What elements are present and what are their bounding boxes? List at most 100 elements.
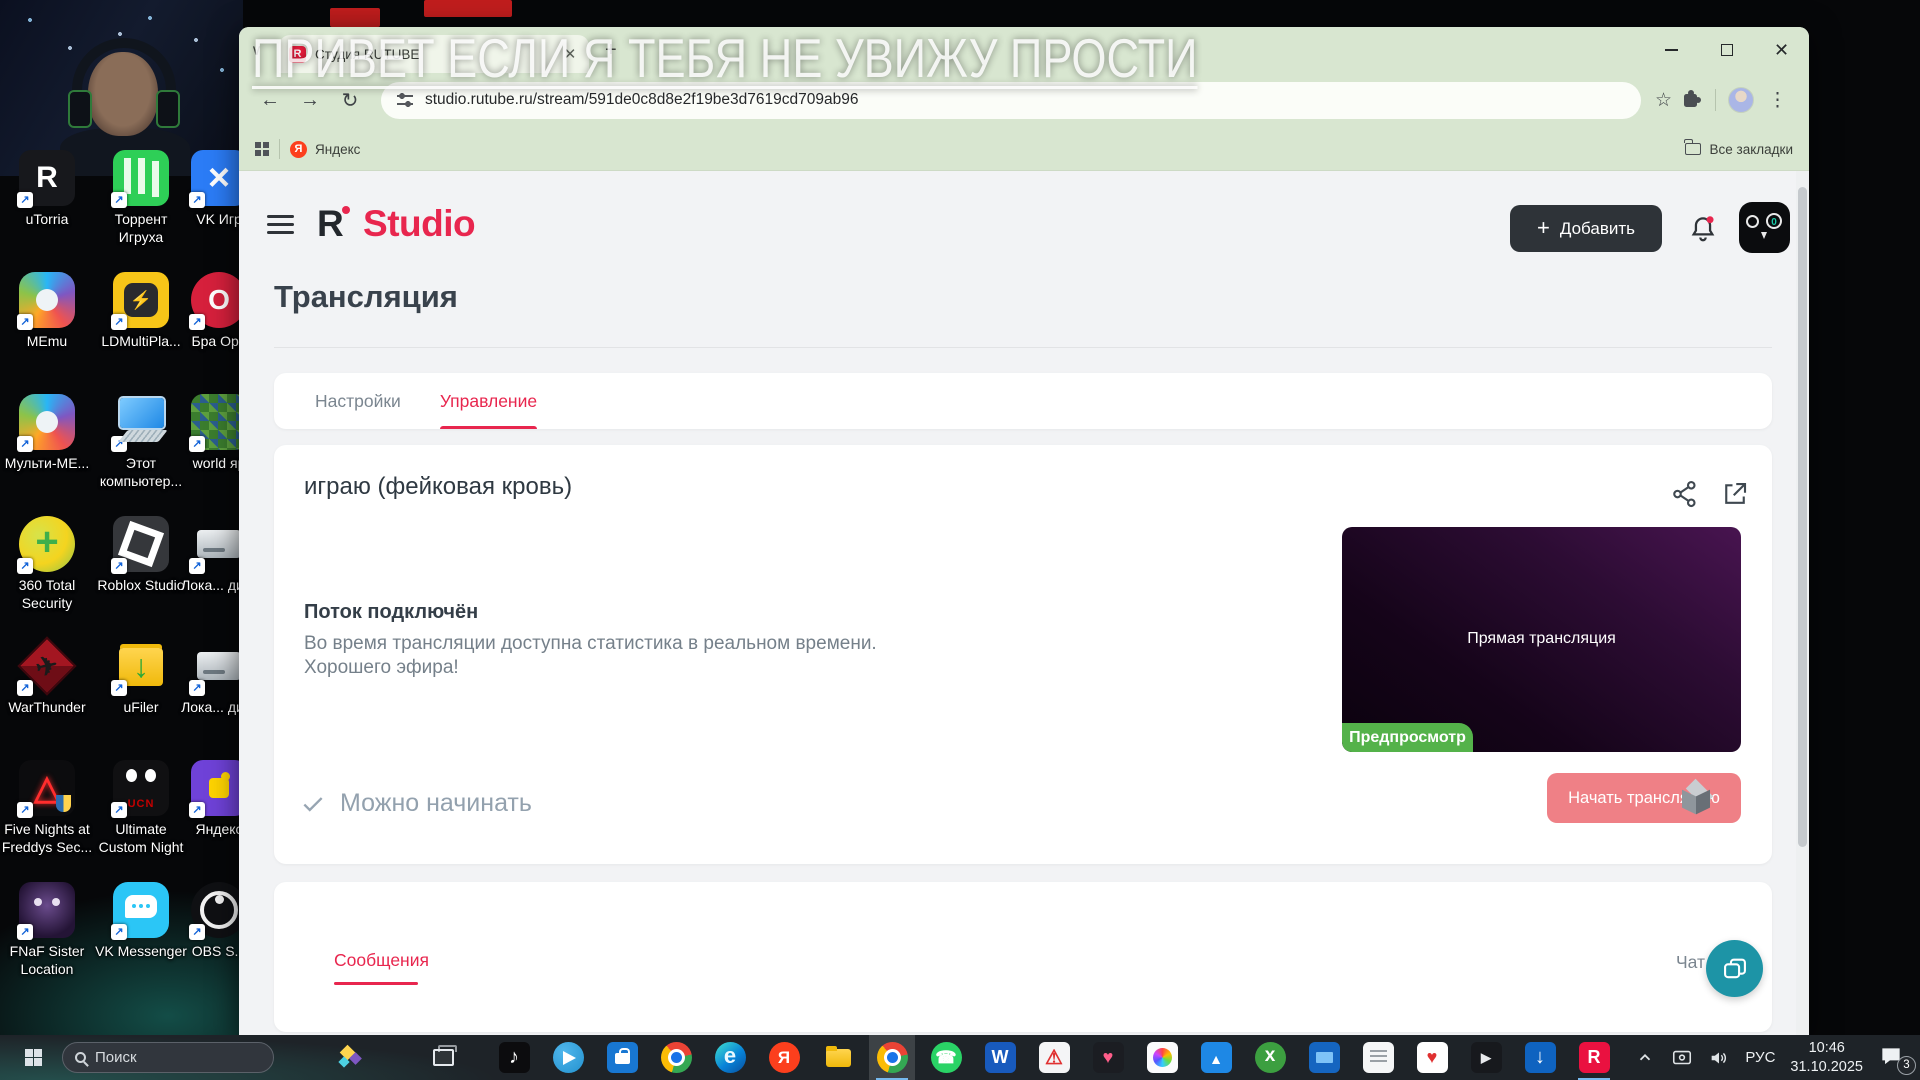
user-avatar[interactable]: 0	[1739, 202, 1790, 253]
avatar-eye: 0	[1766, 213, 1782, 229]
bookmarks-bar: Я Яндекс Все закладки	[239, 127, 1809, 171]
maximize-button[interactable]	[1699, 27, 1754, 73]
hamburger-menu-icon[interactable]	[267, 215, 294, 218]
url-text: studio.rutube.ru/stream/591de0c8d8e2f19b…	[425, 91, 859, 109]
bookmark-yandex[interactable]: Я Яндекс	[290, 141, 360, 158]
tab-settings[interactable]: Настройки	[315, 373, 401, 429]
taskbar-app-yandex[interactable]	[761, 1035, 807, 1080]
memu-icon: ↗	[19, 272, 75, 328]
sister-icon: ↗	[19, 882, 75, 938]
widgets-sparkle-icon[interactable]	[338, 1045, 368, 1071]
start-stream-button[interactable]: Начать трансляцию	[1547, 773, 1741, 823]
messages-card: Сообщения Чат	[274, 882, 1772, 1032]
word-icon	[985, 1042, 1016, 1073]
task-view-icon[interactable]	[430, 1044, 456, 1070]
desktop-icon-total360[interactable]: ↗360 Total Security	[1, 516, 93, 612]
all-bookmarks-label: Все закладки	[1710, 142, 1793, 157]
all-bookmarks-button[interactable]: Все закладки	[1685, 142, 1793, 157]
desktop-icon-memu[interactable]: ↗ MEmu	[1, 272, 93, 351]
torrent-icon: ↗	[113, 150, 169, 206]
taskbar-app-edge[interactable]	[707, 1035, 753, 1080]
alert-icon	[1039, 1042, 1070, 1073]
scrollbar-thumb[interactable]	[1798, 187, 1807, 847]
shortcut-arrow-icon: ↗	[111, 680, 127, 696]
menu-dots-icon[interactable]: ⋮	[1760, 89, 1795, 112]
stream-status-line: Хорошего эфира!	[304, 657, 459, 679]
taskbar-app-display[interactable]	[1301, 1035, 1347, 1080]
tab-control[interactable]: Управление	[440, 373, 537, 429]
taskbar-app-paint[interactable]	[1139, 1035, 1185, 1080]
avatar-nose	[1761, 232, 1767, 239]
apps-grid-icon[interactable]	[255, 142, 269, 156]
rutube-icon	[1579, 1042, 1610, 1073]
taskbar-search[interactable]: Поиск	[62, 1042, 274, 1073]
logo-studio: Studio	[363, 203, 475, 244]
cast-display-icon[interactable]	[1671, 1047, 1693, 1069]
external-link-icon[interactable]	[1720, 479, 1750, 509]
volume-icon[interactable]	[1708, 1047, 1730, 1069]
page-scrollbar[interactable]	[1796, 171, 1809, 1035]
chat-label: Чат	[1676, 952, 1705, 973]
utorria-icon: ↗	[19, 150, 75, 206]
language-indicator[interactable]: РУС	[1745, 1049, 1775, 1066]
desktop-icon-sister[interactable]: ↗FNaF Sister Location	[1, 882, 93, 978]
profile-avatar[interactable]	[1728, 87, 1754, 113]
notifications-icon[interactable]: 3	[1878, 1043, 1912, 1073]
shortcut-arrow-icon: ↗	[17, 924, 33, 940]
chrome-icon	[877, 1042, 908, 1073]
taskbar-app-store[interactable]	[599, 1035, 645, 1080]
site-info-icon[interactable]	[397, 92, 413, 108]
popup-windows-icon	[1721, 955, 1749, 983]
desktop-icon-label: Five Nights at Freddys Sec...	[1, 821, 93, 856]
taskbar-clock[interactable]: 10:46 31.10.2025	[1790, 1039, 1863, 1077]
taskbar-app-game[interactable]	[1247, 1035, 1293, 1080]
taskbar-app-downloads[interactable]	[1517, 1035, 1563, 1080]
tab-messages[interactable]: Сообщения	[334, 950, 429, 971]
shortcut-arrow-icon: ↗	[111, 924, 127, 940]
taskbar-app-tiktok[interactable]	[491, 1035, 537, 1080]
desktop-icon-label: WarThunder	[1, 699, 93, 717]
bookmark-star-icon[interactable]: ☆	[1655, 89, 1672, 112]
taskbar-app-photos[interactable]	[1193, 1035, 1239, 1080]
taskbar-app-player[interactable]	[1463, 1035, 1509, 1080]
stream-title: играю (фейковая кровь)	[304, 473, 572, 501]
system-tray: РУС 10:46 31.10.2025 3	[1634, 1035, 1912, 1080]
ucn-icon: ↗	[113, 760, 169, 816]
photos-icon	[1201, 1042, 1232, 1073]
rstudio-logo[interactable]: R Studio	[317, 203, 475, 245]
taskbar-app-alert[interactable]	[1031, 1035, 1077, 1080]
taskbar-app-word[interactable]	[977, 1035, 1023, 1080]
start-button[interactable]	[10, 1035, 56, 1080]
desktop-icon-fnaf[interactable]: ↗Five Nights at Freddys Sec...	[1, 760, 93, 856]
desktop-icon-label: MEmu	[1, 333, 93, 351]
close-button[interactable]: ✕	[1754, 27, 1809, 73]
search-placeholder: Поиск	[95, 1049, 137, 1066]
desktop-icon-utorria[interactable]: ↗uTorria	[1, 150, 93, 229]
shortcut-arrow-icon: ↗	[17, 680, 33, 696]
taskbar-app-heart-dark[interactable]	[1085, 1035, 1131, 1080]
notifications-bell-icon[interactable]	[1687, 213, 1719, 245]
taskbar-app-rutube[interactable]	[1571, 1035, 1617, 1080]
add-button[interactable]: + Добавить	[1510, 205, 1662, 252]
extensions-icon[interactable]	[1684, 94, 1697, 107]
desktop-icon-label: Мульти-ME...	[1, 455, 93, 473]
taskbar-app-chrome[interactable]	[869, 1035, 915, 1080]
minimize-button[interactable]	[1644, 27, 1699, 73]
taskbar-app-explorer[interactable]	[815, 1035, 861, 1080]
desktop-icon-warthunder[interactable]: ↗ WarThunder	[1, 638, 93, 717]
desktop-icon-label: 360 Total Security	[1, 577, 93, 612]
taskbar-app-whatsapp[interactable]	[923, 1035, 969, 1080]
yandex-icon: Я	[290, 141, 307, 158]
game-icon	[1255, 1042, 1286, 1073]
taskbar-app-notepad[interactable]	[1355, 1035, 1401, 1080]
share-icon[interactable]	[1670, 479, 1700, 509]
taskbar-app-telegram[interactable]	[545, 1035, 591, 1080]
taskbar-app-heart-white[interactable]	[1409, 1035, 1455, 1080]
hidden-icons-chevron-icon[interactable]	[1634, 1047, 1656, 1069]
desktop-icon-memu[interactable]: ↗Мульти-ME...	[1, 394, 93, 473]
shortcut-arrow-icon: ↗	[189, 802, 205, 818]
chat-popup-button[interactable]	[1706, 940, 1763, 997]
taskbar-app-chrome[interactable]	[653, 1035, 699, 1080]
live-label: Прямая трансляция	[1342, 630, 1741, 648]
computer-icon: ↗	[113, 394, 169, 450]
